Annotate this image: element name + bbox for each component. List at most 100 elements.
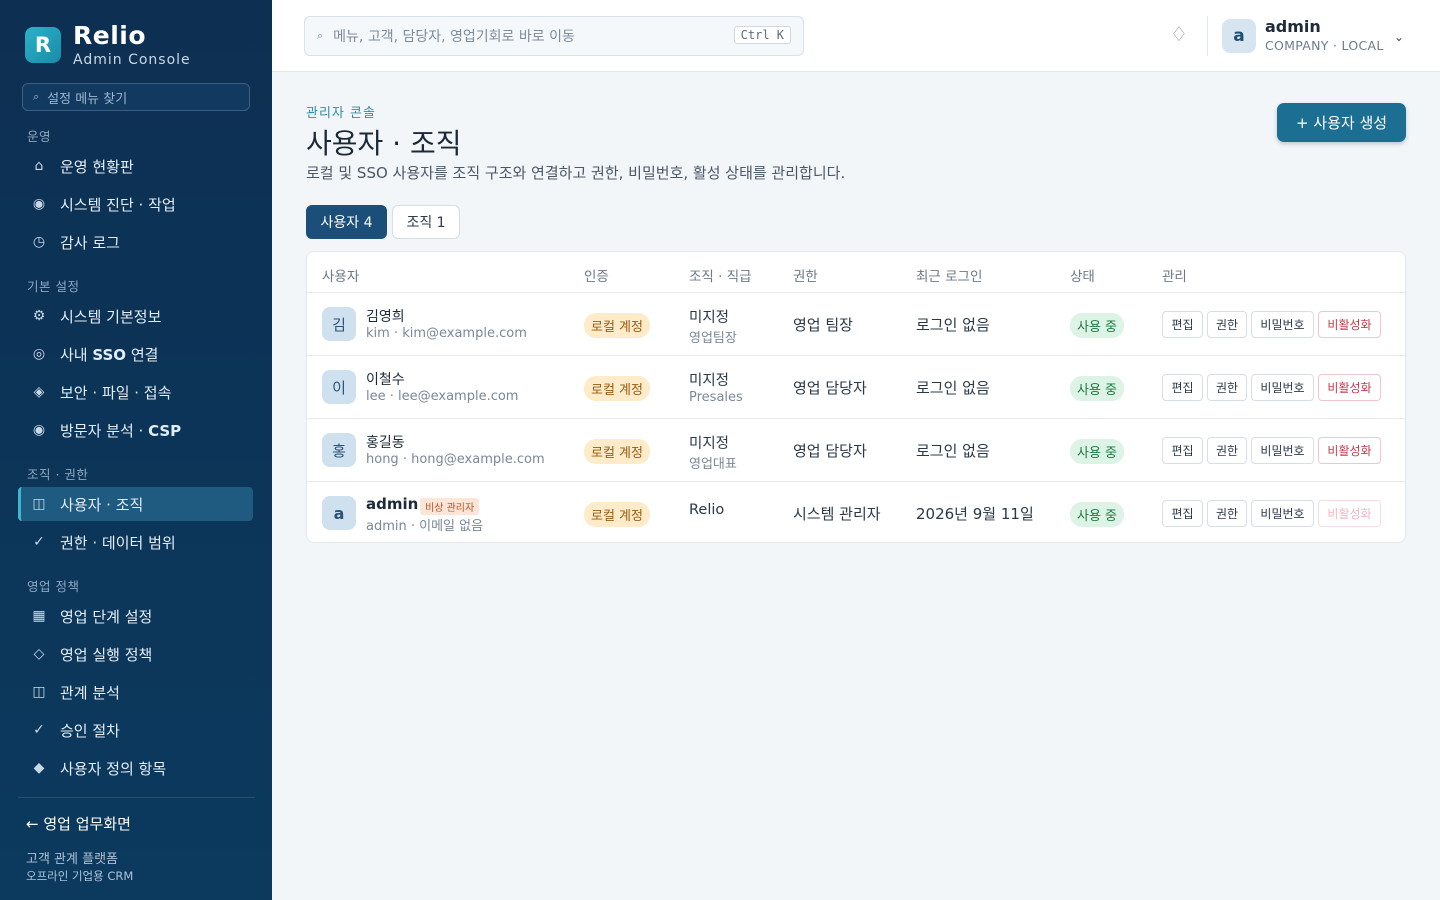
sidebar-search-input[interactable]: ⌕ 설정 메뉴 찾기 xyxy=(22,83,250,111)
table-row[interactable]: 이 이철수 lee · lee@example.com 로컬 계정 미지정 Pr… xyxy=(307,355,1405,418)
last-login: 로그인 없음 xyxy=(916,379,990,397)
permissions-button[interactable]: 권한 xyxy=(1207,437,1247,464)
chevron-down-icon[interactable]: ⌄ xyxy=(1394,30,1404,44)
sidebar-item-label: 관계 분석 xyxy=(60,683,120,702)
tab-users[interactable]: 사용자 4 xyxy=(306,205,387,239)
edit-button[interactable]: 편집 xyxy=(1162,500,1203,527)
tab-organizations[interactable]: 조직 1 xyxy=(392,205,460,239)
sidebar-item-label: 사용자 정의 항목 xyxy=(60,759,167,778)
column-header-org[interactable]: 조직 · 직급 xyxy=(689,265,752,285)
table-row[interactable]: a admin 비상 관리자 admin · 이메일 없음 로컬 계정 Reli… xyxy=(307,481,1405,544)
table-row[interactable]: 김 김영희 kim · kim@example.com 로컬 계정 미지정 영업… xyxy=(307,292,1405,355)
edit-button[interactable]: 편집 xyxy=(1162,374,1203,401)
sidebar-item-label: 승인 절차 xyxy=(60,721,120,740)
user-name[interactable]: admin xyxy=(1265,17,1321,36)
column-header-role[interactable]: 권한 xyxy=(793,265,818,285)
global-search-input[interactable]: ⌕ 메뉴, 고객, 담당자, 영업기회로 바로 이동 Ctrl K xyxy=(304,16,804,56)
sidebar-item-approval[interactable]: ✓ 승인 절차 xyxy=(18,713,253,747)
emergency-admin-badge: 비상 관리자 xyxy=(420,498,480,515)
sidebar-item-sales-stages[interactable]: ▦ 영업 단계 설정 xyxy=(18,599,253,633)
sidebar-item-analytics-csp[interactable]: ◉ 방문자 분석 · CSP xyxy=(18,413,253,447)
auth-badge: 로컬 계정 xyxy=(584,313,650,338)
brand[interactable]: R Relio Admin Console xyxy=(25,22,191,68)
auth-badge: 로컬 계정 xyxy=(584,502,650,527)
user-name[interactable]: 홍길동 xyxy=(366,432,405,452)
user-name[interactable]: admin xyxy=(366,495,418,513)
status-badge: 사용 중 xyxy=(1070,313,1125,338)
password-button[interactable]: 비밀번호 xyxy=(1251,374,1314,401)
avatar: 이 xyxy=(322,370,356,404)
status-badge: 사용 중 xyxy=(1070,439,1125,464)
last-login: 2026년 9월 11일 xyxy=(916,505,1034,523)
global-search-placeholder: 메뉴, 고객, 담당자, 영업기회로 바로 이동 xyxy=(333,29,575,45)
column-header-status[interactable]: 상태 xyxy=(1070,265,1095,285)
section-label-ops: 운영 xyxy=(27,129,52,144)
table-row[interactable]: 홍 홍길동 hong · hong@example.com 로컬 계정 미지정 … xyxy=(307,418,1405,481)
column-header-user[interactable]: 사용자 xyxy=(322,265,359,285)
sidebar-item-label: 영업 단계 설정 xyxy=(60,607,153,626)
sidebar-item-system-info[interactable]: ⚙ 시스템 기본정보 xyxy=(18,299,253,333)
relation-icon: ◫ xyxy=(32,684,46,700)
password-button[interactable]: 비밀번호 xyxy=(1251,437,1314,464)
page-title: 사용자 · 조직 xyxy=(306,127,462,160)
sidebar-item-label: 감사 로그 xyxy=(60,233,120,252)
deactivate-button[interactable]: 비활성화 xyxy=(1318,374,1381,401)
sidebar-search-placeholder: 설정 메뉴 찾기 xyxy=(47,91,128,107)
user-login-email: hong · hong@example.com xyxy=(366,452,545,467)
edit-button[interactable]: 편집 xyxy=(1162,437,1203,464)
sidebar-item-permissions[interactable]: ✓ 권한 · 데이터 범위 xyxy=(18,525,253,559)
user-login-email: admin · 이메일 없음 xyxy=(366,519,484,534)
create-user-button[interactable]: + 사용자 생성 xyxy=(1277,103,1406,142)
user-name[interactable]: 김영희 xyxy=(366,306,405,326)
position: 영업대표 xyxy=(689,457,737,472)
deactivate-button[interactable]: 비활성화 xyxy=(1318,311,1381,338)
sidebar-item-users-org[interactable]: ◫ 사용자 · 조직 xyxy=(18,487,253,521)
sidebar-item-label: 방문자 분석 · CSP xyxy=(60,421,182,440)
column-header-last-login[interactable]: 최근 로그인 xyxy=(916,265,982,285)
search-icon: ⌕ xyxy=(33,90,40,103)
sidebar-item-label: 시스템 진단 · 작업 xyxy=(60,195,176,214)
notification-icon[interactable]: ♢ xyxy=(1170,22,1188,46)
avatar[interactable]: a xyxy=(1222,19,1256,53)
position: 영업팀장 xyxy=(689,331,737,346)
status-badge: 사용 중 xyxy=(1070,376,1125,401)
column-header-actions: 관리 xyxy=(1162,269,1187,285)
sidebar: R Relio Admin Console ⌕ 설정 메뉴 찾기 운영 ⌂ 운영… xyxy=(0,0,272,900)
user-name[interactable]: 이철수 xyxy=(366,369,405,389)
sidebar-item-sales-policy[interactable]: ◇ 영업 실행 정책 xyxy=(18,637,253,671)
sidebar-item-custom-fields[interactable]: ◆ 사용자 정의 항목 xyxy=(18,751,253,785)
permissions-button[interactable]: 권한 xyxy=(1207,500,1247,527)
sidebar-item-dashboard[interactable]: ⌂ 운영 현황판 xyxy=(18,149,253,183)
deactivate-button-disabled: 비활성화 xyxy=(1318,500,1381,527)
permissions-button[interactable]: 권한 xyxy=(1207,311,1247,338)
role: 영업 담당자 xyxy=(793,442,867,460)
topbar: ⌕ 메뉴, 고객, 담당자, 영업기회로 바로 이동 Ctrl K ♢ a ad… xyxy=(272,0,1440,72)
back-to-sales-link[interactable]: ← 영업 업무화면 xyxy=(26,813,131,834)
sidebar-item-security[interactable]: ◈ 보안 · 파일 · 접속 xyxy=(18,375,253,409)
footer-edition: 오프라인 기업용 CRM xyxy=(26,869,134,883)
sidebar-item-sso[interactable]: ◎ 사내 SSO 연결 xyxy=(18,337,253,371)
sidebar-item-audit-log[interactable]: ◷ 감사 로그 xyxy=(18,225,253,259)
avatar: 김 xyxy=(322,307,356,341)
sidebar-item-label: 사용자 · 조직 xyxy=(60,495,144,514)
sidebar-divider xyxy=(18,797,255,798)
password-button[interactable]: 비밀번호 xyxy=(1251,311,1314,338)
sidebar-item-diagnostics[interactable]: ◉ 시스템 진단 · 작업 xyxy=(18,187,253,221)
user-login-email: kim · kim@example.com xyxy=(366,326,527,341)
column-header-auth[interactable]: 인증 xyxy=(584,265,609,285)
gear-icon: ⚙ xyxy=(32,308,46,324)
breadcrumb: 관리자 콘솔 xyxy=(306,106,376,121)
sidebar-item-label: 보안 · 파일 · 접속 xyxy=(60,383,172,402)
sidebar-item-relation-analysis[interactable]: ◫ 관계 분석 xyxy=(18,675,253,709)
role: 시스템 관리자 xyxy=(793,505,881,523)
clock-icon: ◷ xyxy=(32,234,46,250)
password-button[interactable]: 비밀번호 xyxy=(1251,500,1314,527)
permissions-button[interactable]: 권한 xyxy=(1207,374,1247,401)
sidebar-item-label: 시스템 기본정보 xyxy=(60,307,162,326)
page-description: 로컬 및 SSO 사용자를 조직 구조와 연결하고 권한, 비밀번호, 활성 상… xyxy=(306,164,846,182)
edit-button[interactable]: 편집 xyxy=(1162,311,1203,338)
user-meta: COMPANY · LOCAL xyxy=(1265,38,1384,53)
status-badge: 사용 중 xyxy=(1070,502,1125,527)
deactivate-button[interactable]: 비활성화 xyxy=(1318,437,1381,464)
section-label-org: 조직 · 권한 xyxy=(27,467,89,482)
